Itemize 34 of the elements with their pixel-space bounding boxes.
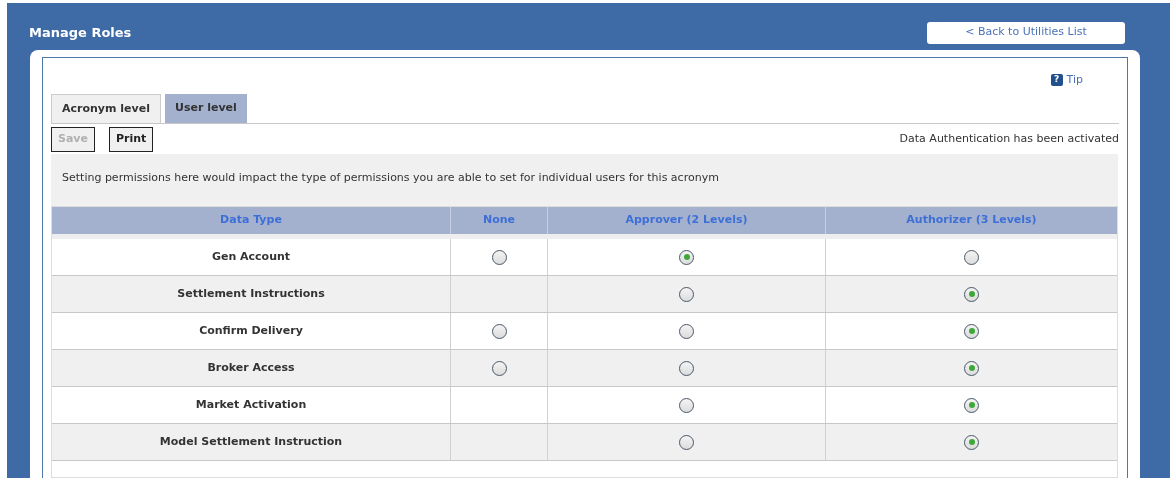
info-text: Setting permissions here would impact the type of permissions you are able to set for individual users for this acronym xyxy=(62,171,719,184)
table-cell: Market Activation xyxy=(52,387,451,423)
radio-button[interactable] xyxy=(491,323,507,339)
radio-button[interactable] xyxy=(679,397,694,413)
radio-button[interactable] xyxy=(964,286,979,302)
radio-button[interactable] xyxy=(679,286,694,302)
radio-button[interactable] xyxy=(491,360,507,376)
table-cell: Model Settlement Instruction xyxy=(52,424,451,460)
radio-button[interactable] xyxy=(679,360,694,376)
page-title: Manage Roles xyxy=(29,23,132,42)
column-header: None xyxy=(451,207,548,234)
radio-button[interactable] xyxy=(679,323,694,339)
table-cell: Confirm Delivery xyxy=(52,313,451,349)
help-icon: ? xyxy=(1050,74,1063,86)
tip-link[interactable]: ? Tip xyxy=(1050,72,1083,88)
radio-button[interactable] xyxy=(679,434,694,450)
table-cell: Broker Access xyxy=(52,350,451,386)
radio-button[interactable] xyxy=(964,434,979,450)
radio-button[interactable] xyxy=(491,249,507,265)
table-cell: Settlement Instructions xyxy=(52,276,451,312)
column-header: Approver (2 Levels) xyxy=(548,207,826,234)
radio-button[interactable] xyxy=(679,249,694,265)
back-link[interactable]: < Back to Utilities List xyxy=(927,21,1125,44)
column-header: Data Type xyxy=(52,207,451,234)
tab[interactable]: User level xyxy=(164,94,247,123)
toolbar-button[interactable]: Print xyxy=(109,126,154,152)
radio-button[interactable] xyxy=(964,397,979,413)
radio-button[interactable] xyxy=(964,360,979,376)
radio-button[interactable] xyxy=(964,323,979,339)
tab[interactable]: Acronym level xyxy=(51,94,161,123)
radio-button[interactable] xyxy=(964,249,979,265)
column-header: Authorizer (3 Levels) xyxy=(905,212,1038,229)
table-cell: Gen Account xyxy=(52,239,451,275)
status-text: Data Authentication has been activated xyxy=(899,130,1119,147)
